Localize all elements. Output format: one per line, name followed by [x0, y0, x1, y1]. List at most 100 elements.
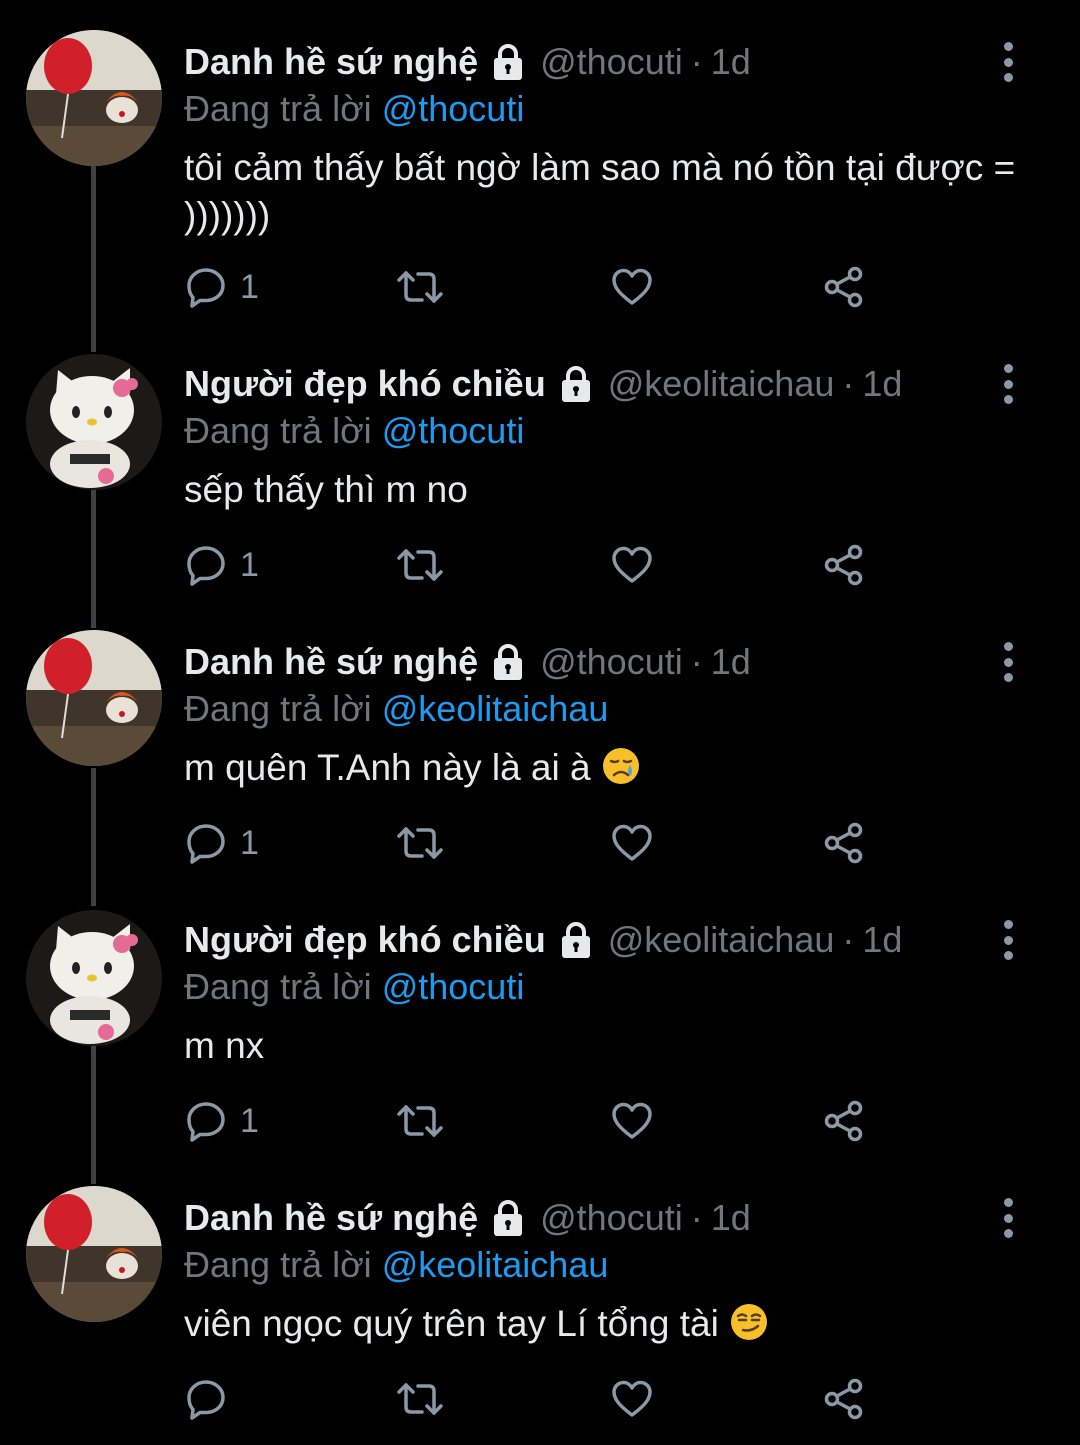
tweet-text: m nx: [184, 1022, 1044, 1070]
retweet-icon: [397, 1105, 443, 1137]
reply-count: 1: [240, 545, 259, 584]
avatar-image: [26, 910, 162, 1046]
more-vertical-icon[interactable]: [990, 642, 1026, 682]
share-icon: [824, 822, 863, 864]
tweet[interactable]: Danh hề sứ nghệ @thocuti · 1d Đang trả l…: [0, 628, 1080, 888]
display-name[interactable]: Người đẹp khó chiều: [184, 363, 546, 405]
user-handle[interactable]: @keolitaichau: [608, 919, 835, 961]
replying-to: Đang trả lời @thocuti: [184, 410, 524, 452]
share-button[interactable]: [822, 1374, 866, 1424]
reply-button[interactable]: [184, 1374, 240, 1424]
share-icon: [824, 1100, 863, 1142]
reply-button[interactable]: 1: [184, 540, 259, 590]
tweet[interactable]: Người đẹp khó chiều @keolitaichau · 1d Đ…: [0, 906, 1080, 1166]
reply-count: 1: [240, 1101, 259, 1140]
separator-dot: ·: [690, 1197, 703, 1238]
like-button[interactable]: [610, 540, 654, 590]
more-vertical-icon[interactable]: [990, 42, 1026, 82]
retweet-button[interactable]: [396, 262, 444, 312]
tweet-header: Danh hề sứ nghệ @thocuti · 1d: [184, 1194, 751, 1242]
like-button[interactable]: [610, 262, 654, 312]
replying-prefix: Đang trả lời: [184, 1244, 372, 1285]
reply-icon: [187, 824, 225, 864]
action-bar: [184, 1374, 884, 1424]
user-handle[interactable]: @thocuti: [540, 41, 683, 83]
lock-icon: [556, 364, 596, 404]
reply-button[interactable]: 1: [184, 262, 259, 312]
avatar-image: [26, 354, 162, 490]
heart-icon: [612, 1102, 652, 1139]
share-icon: [824, 266, 863, 308]
mention-link[interactable]: @thocuti: [382, 410, 525, 451]
display-name[interactable]: Danh hề sứ nghệ: [184, 641, 478, 683]
avatar-balloon-clown[interactable]: [26, 30, 162, 166]
tweet[interactable]: Người đẹp khó chiều @keolitaichau · 1d Đ…: [0, 350, 1080, 610]
user-handle[interactable]: @thocuti: [540, 1197, 683, 1239]
lock-icon: [488, 42, 528, 82]
user-handle[interactable]: @keolitaichau: [608, 363, 835, 405]
heart-icon: [612, 1380, 652, 1417]
avatar-image: [26, 30, 162, 166]
like-button[interactable]: [610, 1374, 654, 1424]
more-vertical-icon[interactable]: [990, 364, 1026, 404]
timestamp[interactable]: 1d: [862, 919, 902, 961]
replying-prefix: Đang trả lời: [184, 88, 372, 129]
like-button[interactable]: [610, 818, 654, 868]
reply-icon: [187, 1102, 225, 1142]
more-vertical-icon[interactable]: [990, 1198, 1026, 1238]
share-button[interactable]: [822, 818, 866, 868]
tweet[interactable]: Danh hề sứ nghệ @thocuti · 1d Đang trả l…: [0, 1184, 1080, 1445]
retweet-button[interactable]: [396, 540, 444, 590]
replying-prefix: Đang trả lời: [184, 966, 372, 1007]
lock-icon: [556, 920, 596, 960]
mention-link[interactable]: @thocuti: [382, 966, 525, 1007]
timestamp[interactable]: 1d: [711, 1197, 751, 1239]
tweet-header: Danh hề sứ nghệ @thocuti · 1d: [184, 638, 751, 686]
share-button[interactable]: [822, 1096, 866, 1146]
mention-link[interactable]: @keolitaichau: [382, 1244, 609, 1285]
like-button[interactable]: [610, 1096, 654, 1146]
timestamp[interactable]: 1d: [711, 641, 751, 683]
share-button[interactable]: [822, 262, 866, 312]
sad-face-emoji: [601, 746, 641, 786]
reply-icon: [187, 268, 225, 308]
retweet-icon: [397, 827, 443, 859]
reply-button[interactable]: 1: [184, 818, 259, 868]
reply-icon: [187, 1380, 225, 1420]
tweet[interactable]: Danh hề sứ nghệ @thocuti · 1d Đang trả l…: [0, 28, 1080, 328]
avatar-hello-kitty[interactable]: [26, 354, 162, 490]
display-name[interactable]: Danh hề sứ nghệ: [184, 1197, 478, 1239]
lock-icon: [488, 642, 528, 682]
tweet-text-content: viên ngọc quý trên tay Lí tổng tài: [184, 1303, 719, 1344]
tweet-header: Danh hề sứ nghệ @thocuti · 1d: [184, 38, 751, 86]
avatar-balloon-clown[interactable]: [26, 1186, 162, 1322]
display-name[interactable]: Người đẹp khó chiều: [184, 919, 546, 961]
separator-dot: ·: [842, 363, 855, 404]
separator-dot: ·: [690, 641, 703, 682]
more-vertical-icon[interactable]: [990, 920, 1026, 960]
avatar-balloon-clown[interactable]: [26, 630, 162, 766]
retweet-icon: [397, 549, 443, 581]
timestamp[interactable]: 1d: [711, 41, 751, 83]
timestamp[interactable]: 1d: [862, 363, 902, 405]
tweet-text-content: m nx: [184, 1025, 265, 1066]
tweet-header: Người đẹp khó chiều @keolitaichau · 1d: [184, 360, 902, 408]
retweet-button[interactable]: [396, 1096, 444, 1146]
tweet-text: m quên T.Anh này là ai à: [184, 744, 1044, 792]
tweet-text: sếp thấy thì m no: [184, 466, 1044, 514]
reply-button[interactable]: 1: [184, 1096, 259, 1146]
action-bar: 1: [184, 818, 884, 868]
retweet-button[interactable]: [396, 818, 444, 868]
mention-link[interactable]: @keolitaichau: [382, 688, 609, 729]
share-button[interactable]: [822, 540, 866, 590]
user-handle[interactable]: @thocuti: [540, 641, 683, 683]
reply-icon: [187, 546, 225, 586]
avatar-hello-kitty[interactable]: [26, 910, 162, 1046]
share-icon: [824, 1378, 863, 1420]
replying-to: Đang trả lời @keolitaichau: [184, 1244, 608, 1286]
replying-prefix: Đang trả lời: [184, 688, 372, 729]
action-bar: 1: [184, 262, 884, 312]
mention-link[interactable]: @thocuti: [382, 88, 525, 129]
display-name[interactable]: Danh hề sứ nghệ: [184, 41, 478, 83]
retweet-button[interactable]: [396, 1374, 444, 1424]
